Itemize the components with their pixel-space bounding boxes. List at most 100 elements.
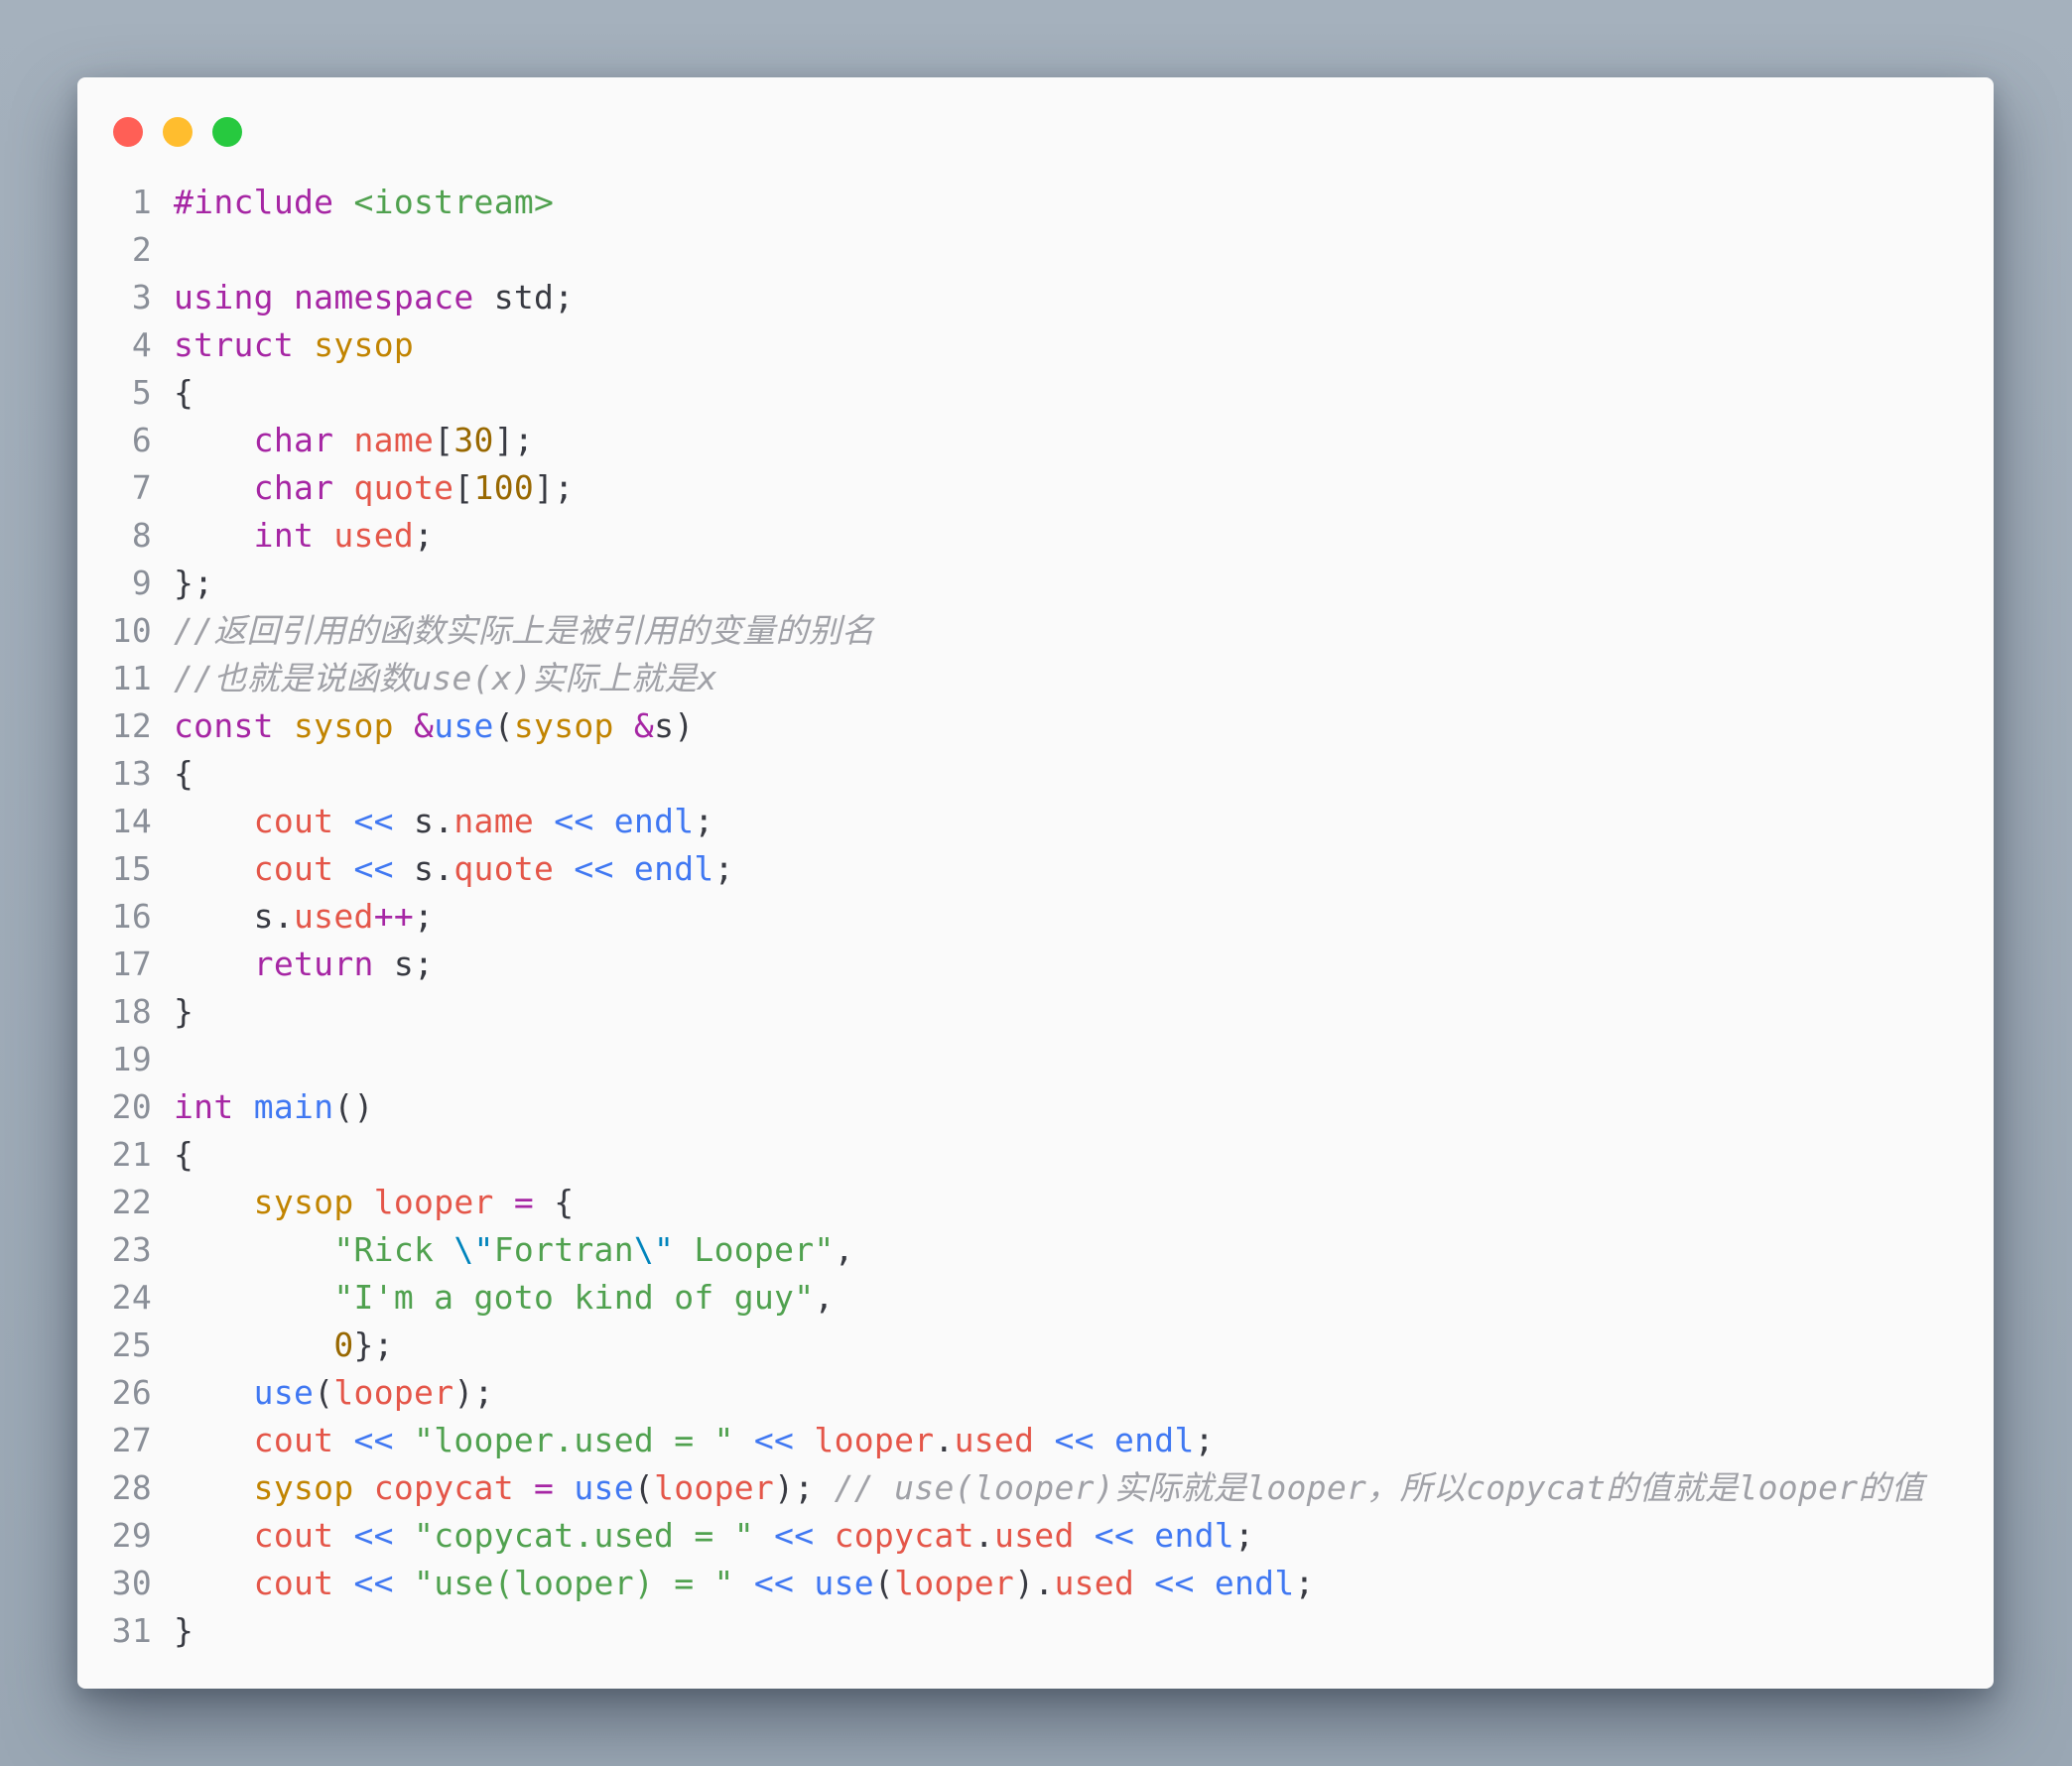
code-line: 11 //也就是说函数use(x)实际上就是x [97,655,1974,702]
zoom-button[interactable] [212,117,242,147]
code-line: 23 "Rick \"Fortran\" Looper", [97,1226,1974,1274]
code-token: { [534,1183,575,1221]
code-token: using [174,278,274,316]
line-code: struct sysop [152,321,414,369]
code-token: const [174,706,274,745]
code-token: #include [174,183,334,221]
line-number: 16 [111,897,152,936]
code-token: copycat [834,1516,974,1555]
code-token: quote [453,849,555,888]
code-token: sysop [513,706,614,745]
line-code: //也就是说函数use(x)实际上就是x [152,655,717,702]
window-controls [113,117,242,147]
code-line: 8 int used; [97,512,1974,560]
line-code: }; [152,560,213,607]
line-code: "Rick \"Fortran\" Looper", [152,1226,854,1274]
code-token: Looper" [674,1230,835,1269]
line-number: 25 [111,1325,152,1364]
line-number: 14 [111,802,152,840]
line-number: 12 [111,706,152,745]
code-token: 100 [473,468,535,507]
code-token: sysop [294,706,394,745]
code-token: ; [1194,1421,1215,1459]
line-code: cout << "copycat.used = " << copycat.use… [152,1512,1254,1560]
code-token: used [294,897,374,936]
line-number: 9 [131,564,152,602]
line-number: 27 [111,1421,152,1459]
line-number: 30 [111,1564,152,1602]
code-line: 31} [97,1607,1974,1655]
code-line: 10 //返回引用的函数实际上是被引用的变量的别名 [97,607,1974,655]
code-token: endl [613,802,695,840]
code-line: 22 sysop looper = { [97,1179,1974,1226]
code-token: used [333,516,415,555]
code-token: struct [174,325,295,364]
code-block: 1 #include <iostream> 2 3 using namespace st… [97,179,1974,1655]
code-token: used [954,1421,1035,1459]
code-token: namespace [294,278,474,316]
line-number: 15 [111,849,152,888]
code-token: << [353,802,394,840]
code-token: looper [814,1421,935,1459]
code-token: quote [353,468,454,507]
code-token: endl [1214,1564,1295,1602]
code-token: use [814,1564,874,1602]
code-token: }; [174,564,214,602]
code-token: s. [393,802,454,840]
code-token: // use(looper)实际就是looper，所以copycat的值就是lo… [834,1468,1925,1507]
code-token: int [253,516,315,555]
code-token: ( [633,1468,655,1507]
code-token: 0 [333,1325,354,1364]
code-token: ; [713,849,734,888]
line-number: 18 [111,992,152,1031]
code-token: << [353,849,394,888]
line-number: 29 [111,1516,152,1555]
line-code: "I'm a goto kind of guy", [152,1274,835,1322]
code-token: char [253,468,334,507]
code-token: << [353,1564,394,1602]
code-line: 14 cout << s.name << endl; [97,798,1974,845]
code-token: & [414,706,435,745]
code-token: s. [174,897,295,936]
code-line: 5{ [97,369,1974,417]
code-token: return [253,945,374,983]
code-token: ; [694,802,714,840]
code-line: 26 use(looper); [97,1369,1974,1417]
close-button[interactable] [113,117,143,147]
code-line: 17 return s; [97,941,1974,988]
minimize-button[interactable] [163,117,193,147]
code-line: 18} [97,988,1974,1036]
code-token: ]; [534,468,575,507]
line-number: 8 [131,516,152,555]
code-line: 24 "I'm a goto kind of guy", [97,1274,1974,1322]
code-token: << [753,1564,795,1602]
line-code: { [152,369,194,417]
code-token: { [174,373,194,412]
line-code: cout << "looper.used = " << looper.used … [152,1417,1215,1464]
code-window: 1 #include <iostream> 2 3 using namespace st… [77,77,1994,1689]
line-code: } [152,988,194,1036]
